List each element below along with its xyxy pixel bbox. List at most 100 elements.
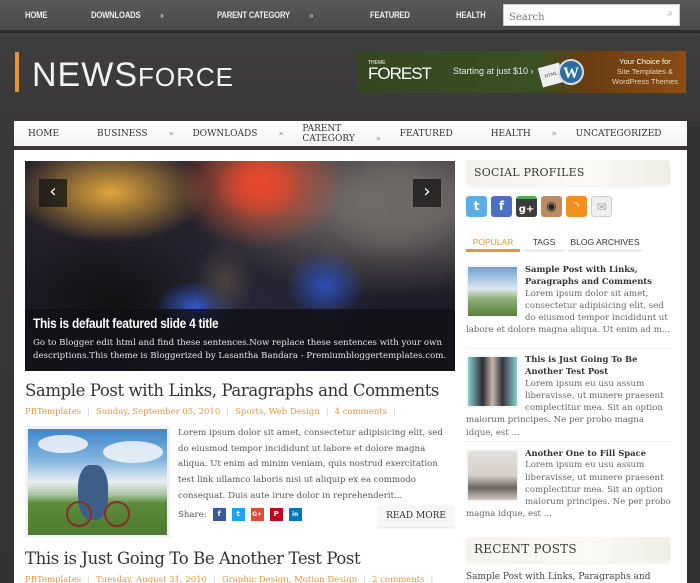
main-nav-label: BUSINESS: [97, 128, 148, 139]
site-logo[interactable]: NEWSFORCE: [32, 56, 234, 95]
main-nav-label: PARENT CATEGORY: [302, 123, 355, 144]
main-nav-label: HOME: [28, 128, 60, 139]
thumb-bike-wheel: [104, 501, 130, 527]
featured-slider[interactable]: ‹ › This is default featured slide 4 tit…: [25, 161, 455, 371]
thumb-cloud: [103, 441, 163, 463]
main-nav-home[interactable]: HOME: [28, 129, 78, 139]
post-author[interactable]: PBTemplates: [25, 407, 81, 417]
meta-separator: |: [226, 407, 230, 417]
meta-separator: |: [430, 575, 434, 583]
share-linkedin-button[interactable]: in: [288, 508, 302, 521]
ad-tagline-3: WordPress Themes: [612, 77, 678, 86]
main-nav-health[interactable]: HEALTH »: [491, 129, 557, 139]
popular-post-item[interactable]: Another One to Fill Space Lorem ipsum eu…: [466, 447, 672, 521]
meta-separator: |: [212, 575, 216, 583]
meta-separator: |: [87, 407, 90, 417]
ad-tagline-1: Your Choice for: [619, 57, 671, 66]
share-bar: Share: f t G+ P in: [178, 508, 308, 521]
main-nav-featured[interactable]: FEATURED: [400, 129, 472, 139]
meta-separator: |: [87, 575, 90, 583]
share-twitter-button[interactable]: t: [231, 508, 245, 521]
popular-post-thumbnail[interactable]: [466, 449, 519, 502]
post-title[interactable]: This is Just Going To Be Another Test Po…: [25, 549, 361, 568]
rss-icon[interactable]: ◝: [566, 196, 587, 217]
themeforest-ad-banner[interactable]: THEME FOREST Starting at just $10 › HTML…: [358, 51, 686, 93]
submenu-arrow-icon: »: [551, 128, 557, 138]
thumb-cloud: [38, 435, 88, 453]
main-nav-uncategorized[interactable]: UNCATEGORIZED: [576, 129, 681, 139]
top-nav-home[interactable]: HOME: [25, 10, 64, 20]
slide-image-sign: [215, 161, 305, 221]
post-title[interactable]: Sample Post with Links, Paragraphs and C…: [25, 381, 439, 400]
recent-post-link[interactable]: Sample Post with Links, Paragraphs and: [466, 572, 650, 582]
main-nav-label: UNCATEGORIZED: [575, 128, 662, 139]
slide-description: Go to Blogger edit html and find these s…: [33, 338, 447, 361]
divider: [466, 441, 672, 442]
main-nav-label: DOWNLOADS: [192, 128, 258, 139]
slide-title[interactable]: This is default featured slide 4 title: [33, 315, 385, 331]
top-nav-label: HEALTH: [456, 10, 486, 20]
twitter-icon[interactable]: t: [466, 196, 487, 217]
main-nav-downloads[interactable]: DOWNLOADS »: [192, 129, 283, 139]
submenu-arrow-icon: »: [309, 11, 313, 20]
share-pinterest-button[interactable]: P: [269, 508, 283, 521]
post-comments[interactable]: 4 comments: [335, 407, 387, 417]
post-comments[interactable]: 2 comments: [372, 575, 424, 583]
post-author[interactable]: PBTemplates: [25, 575, 81, 583]
top-nav-label: DOWNLOADS: [91, 10, 141, 20]
main-nav-parent-category[interactable]: PARENT CATEGORY »: [302, 124, 380, 144]
email-icon[interactable]: ✉: [591, 196, 612, 217]
ad-tagline: Your Choice for Site Templates & WordPre…: [612, 57, 678, 87]
top-nav-featured[interactable]: FEATURED: [370, 10, 427, 20]
popular-post-thumbnail[interactable]: [466, 265, 519, 318]
logo-sub-text: FORCE: [138, 62, 234, 92]
post-date[interactable]: Tuesday, August 31, 2010: [96, 575, 207, 583]
share-google-plus-button[interactable]: G+: [250, 508, 264, 521]
post-labels[interactable]: Graphic Design, Motion Design: [222, 575, 357, 583]
submenu-arrow-icon: »: [160, 11, 164, 20]
post-date[interactable]: Sunday, September 05, 2010: [96, 407, 220, 417]
slide-caption: This is default featured slide 4 title G…: [25, 309, 455, 371]
post-meta: PBTemplates | Tuesday, August 31, 2010 | Gra…: [25, 575, 439, 583]
top-nav-parent-category[interactable]: PARENT CATEGORY »: [217, 10, 330, 20]
top-nav-label: PARENT CATEGORY: [216, 10, 290, 20]
tab-tags[interactable]: TAGS: [524, 232, 564, 252]
wordpress-logo-icon: W: [558, 59, 584, 85]
logo-main-text: NEWS: [32, 56, 138, 94]
popular-post-item[interactable]: Sample Post with Links, Paragraphs and C…: [466, 263, 672, 337]
ad-price: Starting at just $10 ›: [453, 66, 534, 76]
instagram-icon[interactable]: ◉: [541, 196, 562, 217]
search-input[interactable]: [504, 7, 654, 28]
post-labels[interactable]: Sports, Web Design: [235, 407, 320, 417]
slider-prev-button[interactable]: ‹: [39, 179, 67, 207]
top-bar: HOME DOWNLOADS » PARENT CATEGORY » FEATURE…: [0, 0, 700, 33]
submenu-arrow-icon: »: [278, 128, 284, 138]
meta-separator: |: [325, 407, 329, 417]
thumb-bike-wheel: [66, 501, 92, 527]
post-thumbnail[interactable]: [25, 426, 170, 538]
submenu-arrow-icon: »: [375, 133, 381, 143]
ad-brand: FOREST: [368, 64, 432, 83]
main-nav-label: FEATURED: [399, 128, 453, 139]
read-more-button[interactable]: READ MORE: [378, 505, 454, 527]
share-facebook-button[interactable]: f: [212, 508, 226, 521]
meta-separator: |: [363, 575, 367, 583]
top-nav: HOME DOWNLOADS » PARENT CATEGORY » FEATURE…: [25, 10, 558, 20]
page-edge: [687, 121, 700, 583]
tab-blog-archives[interactable]: BLOG ARCHIVES: [568, 232, 642, 252]
slide-image-building: [325, 161, 455, 261]
search-icon[interactable]: ⌕: [667, 8, 673, 19]
tab-popular[interactable]: POPULAR: [466, 232, 520, 252]
post-meta: PBTemplates | Sunday, September 05, 2010 | S…: [25, 407, 402, 417]
ad-tagline-2: Site Templates &: [616, 67, 674, 76]
divider: [466, 348, 672, 349]
top-nav-downloads[interactable]: DOWNLOADS »: [91, 10, 181, 20]
popular-post-item[interactable]: This is Just Going To Be Another Test Po…: [466, 353, 672, 439]
main-nav-business[interactable]: BUSINESS »: [97, 129, 173, 139]
slider-next-button[interactable]: ›: [413, 179, 441, 207]
main-nav-label: HEALTH: [490, 128, 531, 139]
social-profiles: t f g+ ◉ ◝ ✉: [466, 196, 616, 217]
facebook-icon[interactable]: f: [491, 196, 512, 217]
google-plus-icon[interactable]: g+: [516, 196, 537, 217]
popular-post-thumbnail[interactable]: [466, 355, 519, 408]
